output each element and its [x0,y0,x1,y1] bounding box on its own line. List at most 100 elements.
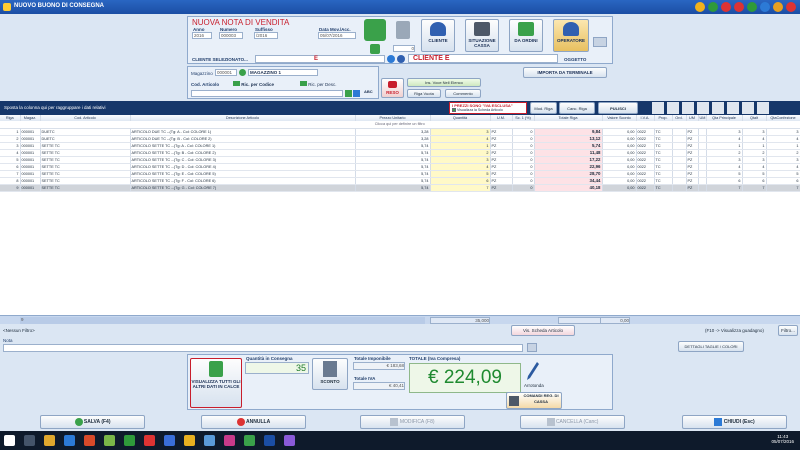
start-icon[interactable] [4,435,15,446]
visualizza-button[interactable]: VISUALIZZA TUTTI GLI ALTRI DATI IN CALCE [190,358,242,408]
app-icon-10[interactable] [284,435,295,446]
operatore-button[interactable]: OPERATORE [553,19,589,52]
help-icon[interactable] [695,2,705,12]
chrome-icon[interactable] [84,435,95,446]
cod-articolo-input[interactable] [191,90,343,97]
cliente-button[interactable]: CLIENTE [421,19,455,52]
info-cliente-icon[interactable] [387,55,395,63]
scheda-checkbox[interactable]: Visualizza la Scheda Articolo [450,108,526,113]
magazzino-code-field[interactable]: 000001 [215,69,237,76]
table-row[interactable]: 1 000001 DUETC ARTICOLO DUE TC --(Tg: A - C… [0,128,800,136]
vis-scheda-button[interactable]: Vis. Scheda Articolo [511,325,575,336]
annulla-button[interactable]: ANNULLA [201,415,306,429]
table-row[interactable]: 6 000001 SETTE TC ARTICOLO SETTE TC --(Tg: … [0,163,800,171]
explorer-icon[interactable] [44,435,55,446]
nota-input[interactable] [3,344,523,352]
table-cell[interactable] [672,149,687,157]
settings-grid-icon[interactable] [757,102,769,114]
suffisso-field[interactable]: /2016 [254,32,278,39]
table-row[interactable]: 3 000001 SETTE TC ARTICOLO SETTE TC --(Tg: … [0,142,800,150]
cliente-name-field[interactable]: CLIENTE E [408,54,558,63]
data-field[interactable]: 05/07/2016 [318,32,356,39]
app-icon-1[interactable] [104,435,115,446]
canc-riga-button[interactable]: Canc. Riga [559,102,595,114]
app-icon-4[interactable] [164,435,175,446]
app-icon-3[interactable] [144,435,155,446]
table-row[interactable]: 5 000001 SETTE TC ARTICOLO SETTE TC --(Tg: … [0,156,800,164]
task-view-icon[interactable] [24,435,35,446]
table-cell[interactable] [672,128,687,136]
new-document-icon[interactable] [364,19,386,41]
article-search-icon[interactable] [345,90,352,97]
chart-icon[interactable] [742,102,754,114]
cancella-button[interactable]: CANCELLA (Canc) [520,415,625,429]
filter-row[interactable]: Clicca qui per definire un filtro [0,121,800,129]
camera-icon[interactable] [734,2,744,12]
table-row[interactable]: 9 000001 SETTE TC ARTICOLO SETTE TC --(Tg: … [0,184,800,192]
edit-operator-icon[interactable] [593,37,607,47]
comandi-cassa-button[interactable]: COMANDI REG. DI CASSA [506,392,562,409]
table-row[interactable]: 4 000001 SETTE TC ARTICOLO SETTE TC --(Tg: … [0,149,800,157]
magazzino-search-icon[interactable] [239,69,246,76]
table-row[interactable]: 7 000001 SETTE TC ARTICOLO SETTE TC --(Tg: … [0,170,800,178]
app-icon-5[interactable] [184,435,195,446]
importa-terminale-button[interactable]: IMPORTA DA TERMINALE [523,67,607,78]
edge-icon[interactable] [64,435,75,446]
settings-icon[interactable] [760,2,770,12]
mod-riga-button[interactable]: Mod. Riga [530,102,557,114]
app-icon-9[interactable] [264,435,275,446]
commento-button[interactable]: Commento [445,89,481,98]
table-cell[interactable] [672,135,687,143]
abc-icon[interactable]: ABC [364,89,373,94]
table-cell[interactable] [672,184,687,192]
situazione-cassa-button[interactable]: SITUAZIONE CASSA [465,19,499,52]
table-cell[interactable] [672,163,687,171]
refresh-icon[interactable] [747,2,757,12]
da-ordini-button[interactable]: DA ORDINI [509,19,543,52]
app-icon-6[interactable] [204,435,215,446]
table-cell[interactable] [672,170,687,178]
record-icon[interactable] [721,2,731,12]
app-icon-7[interactable] [224,435,235,446]
filtro-button[interactable]: Filtro... [778,325,798,336]
ins-voce-button[interactable]: Ins. Voce Nell Elenco [407,78,481,87]
pen-icon[interactable] [526,361,540,381]
print-icon[interactable] [667,102,679,114]
clock[interactable]: 11:43 05/07/2016 [771,434,794,444]
user-cliente-icon[interactable] [397,55,405,63]
table-cell: PZ [686,149,699,157]
table-cell[interactable] [672,142,687,150]
modifica-button[interactable]: MODIFICA (F8) [360,415,465,429]
table-cell[interactable] [672,177,687,185]
filter-hint[interactable]: Clicca qui per definire un filtro [0,121,800,129]
app-icon-2[interactable] [124,435,135,446]
ric-desc-button[interactable]: Ric. per Desc. [300,81,337,87]
reso-button[interactable]: RESO [381,78,404,98]
excel-icon[interactable] [697,102,709,114]
refresh-doc-icon[interactable] [370,44,380,54]
riga-vuota-button[interactable]: Riga Vuota [407,89,441,98]
dettagli-button[interactable]: DETTAGLI TAGLIE / COLORI [678,341,744,352]
attachment-icon[interactable] [396,21,410,39]
save-grid-icon[interactable] [652,102,664,114]
columns-icon[interactable] [727,102,739,114]
info-icon[interactable] [708,2,718,12]
app-icon-8[interactable] [244,435,255,446]
sconto-button[interactable]: SCONTO [312,358,348,390]
article-list-icon[interactable] [353,90,360,97]
table-row[interactable]: 8 000001 SETTE TC ARTICOLO SETTE TC --(Tg: … [0,177,800,185]
minimize-icon[interactable] [773,2,783,12]
salva-button[interactable]: SALVA (F4) [40,415,145,429]
ric-codice-button[interactable]: Ric. per Codice [233,81,274,87]
table-row[interactable]: 2 000001 DUETC ARTICOLO DUE TC --(Tg: B - C… [0,135,800,143]
layout-icon[interactable] [712,102,724,114]
numero-field[interactable]: 000003 [219,32,243,39]
nota-edit-icon[interactable] [527,343,537,352]
close-icon[interactable] [786,2,796,12]
cliente-code-field[interactable]: E [255,55,385,63]
table-cell[interactable] [672,156,687,164]
chiudi-button[interactable]: CHIUDI (Esc) [682,415,787,429]
pulisci-button[interactable]: PULISCI [598,102,638,114]
export-icon[interactable] [682,102,694,114]
anno-field[interactable]: 2016 [192,32,212,39]
